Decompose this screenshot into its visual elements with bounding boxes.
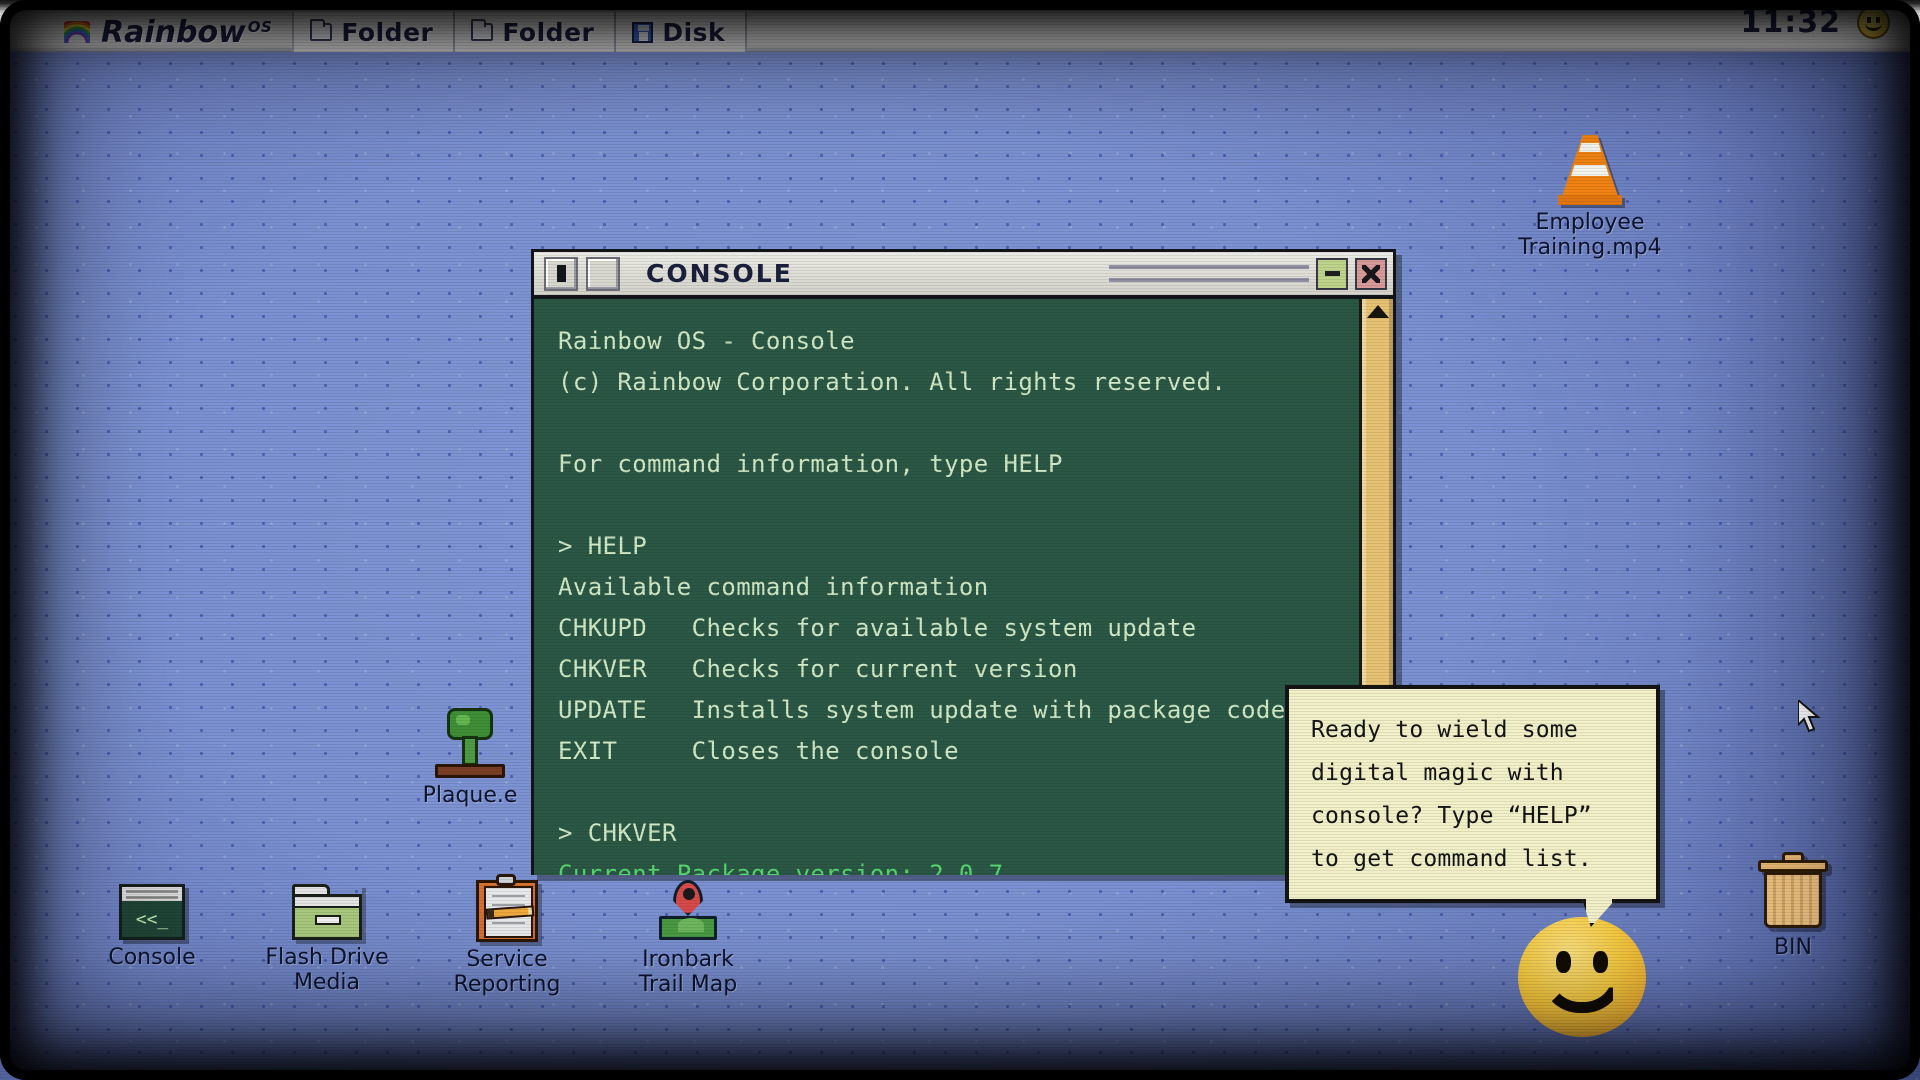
crt-screen: Employee Training.mp4 Plaque.e <<_ Conso… — [0, 0, 1920, 1080]
console-line: For command information, type HELP — [558, 444, 1335, 485]
console-output[interactable]: Rainbow OS - Console(c) Rainbow Corporat… — [534, 299, 1359, 875]
taskbar-tab-label: Disk — [662, 18, 725, 47]
console-line: > HELP — [558, 526, 1335, 567]
console-line: EXIT Closes the console — [558, 731, 1335, 772]
desktop-icon-console[interactable]: <<_ Console — [77, 862, 227, 970]
map-pin-icon — [613, 864, 763, 942]
assistant-mouth — [1540, 973, 1624, 1013]
desktop-icon-label: Ironbark Trail Map — [613, 947, 763, 997]
folder-icon — [310, 23, 332, 41]
vlc-cone-icon — [1515, 127, 1665, 205]
console-line: CHKVER Checks for current version — [558, 649, 1335, 690]
taskbar[interactable]: RainbowOS Folder Folder Disk 11:32 — [0, 0, 1920, 52]
console-line: Available command information — [558, 567, 1335, 608]
console-line — [558, 403, 1335, 444]
desktop-icon-label: Flash Drive Media — [252, 945, 402, 995]
titlebar-decoration-lines — [1109, 265, 1309, 282]
console-line — [558, 485, 1335, 526]
brand-name-label: Rainbow — [101, 15, 246, 50]
smiley-icon[interactable] — [1857, 6, 1890, 39]
taskbar-clock[interactable]: 11:32 — [1741, 5, 1842, 40]
console-line: UPDATE Installs system update with packa… — [558, 690, 1335, 731]
brand-suffix-label: OS — [248, 18, 273, 36]
scroll-up-arrow-icon[interactable] — [1367, 305, 1389, 318]
desktop-icon-label: Plaque.e — [395, 783, 545, 808]
taskbar-tab-folder-2[interactable]: Folder — [455, 12, 616, 52]
tree-icon — [395, 700, 545, 778]
assistant-smiley[interactable] — [1518, 917, 1646, 1037]
taskbar-tray: 11:32 — [1741, 0, 1920, 52]
desktop-icon-ironbark-trail-map[interactable]: Ironbark Trail Map — [613, 864, 763, 997]
folder-icon — [471, 23, 493, 41]
taskbar-tab-label: Folder — [502, 18, 594, 47]
taskbar-tabs: RainbowOS Folder Folder Disk — [0, 0, 747, 52]
folder-icon — [252, 862, 402, 940]
disk-icon — [632, 22, 653, 43]
assistant-eye-right — [1593, 951, 1608, 973]
desktop-icon-flash-drive-media[interactable]: Flash Drive Media — [252, 862, 402, 995]
console-window[interactable]: CONSOLE Rainbow OS - Console(c) Rainbow … — [531, 249, 1396, 875]
trash-bin-icon — [1718, 852, 1868, 930]
assistant-eye-left — [1556, 951, 1571, 973]
assistant-tooltip-text: Ready to wield some digital magic with c… — [1311, 709, 1638, 881]
close-button[interactable] — [1355, 258, 1387, 290]
rainbow-logo-icon — [64, 21, 90, 43]
window-secondary-button[interactable] — [586, 257, 620, 291]
console-line: (c) Rainbow Corporation. All rights rese… — [558, 362, 1335, 403]
desktop-icon-label: Console — [77, 945, 227, 970]
taskbar-tab-folder-1[interactable]: Folder — [294, 12, 455, 52]
console-line — [558, 772, 1335, 813]
assistant-tooltip-bubble: Ready to wield some digital magic with c… — [1285, 685, 1660, 903]
desktop-icon-plaque[interactable]: Plaque.e — [395, 700, 545, 808]
desktop-icon-bin[interactable]: BIN — [1718, 852, 1868, 960]
console-icon: <<_ — [77, 862, 227, 940]
taskbar-tab-disk[interactable]: Disk — [616, 12, 747, 52]
desktop-icon-employee-training[interactable]: Employee Training.mp4 — [1515, 127, 1665, 260]
console-line: Rainbow OS - Console — [558, 321, 1335, 362]
console-titlebar[interactable]: CONSOLE — [534, 252, 1393, 298]
console-line: CHKUPD Checks for available system updat… — [558, 608, 1335, 649]
window-title: CONSOLE — [646, 259, 793, 288]
desktop-icon-label: Service Reporting — [432, 947, 582, 997]
window-system-menu-button[interactable] — [544, 257, 578, 291]
console-line: Current Package version: 2.0.7 — [558, 854, 1335, 875]
taskbar-brand[interactable]: RainbowOS — [38, 12, 294, 52]
console-body: Rainbow OS - Console(c) Rainbow Corporat… — [534, 298, 1393, 875]
taskbar-tab-label: Folder — [341, 18, 433, 47]
desktop-icon-label: BIN — [1718, 935, 1868, 960]
desktop-icon-service-reporting[interactable]: Service Reporting — [432, 864, 582, 997]
clipboard-pencil-icon — [432, 864, 582, 942]
minimize-button[interactable] — [1316, 258, 1348, 290]
desktop-icon-label: Employee Training.mp4 — [1515, 210, 1665, 260]
console-line: > CHKVER — [558, 813, 1335, 854]
